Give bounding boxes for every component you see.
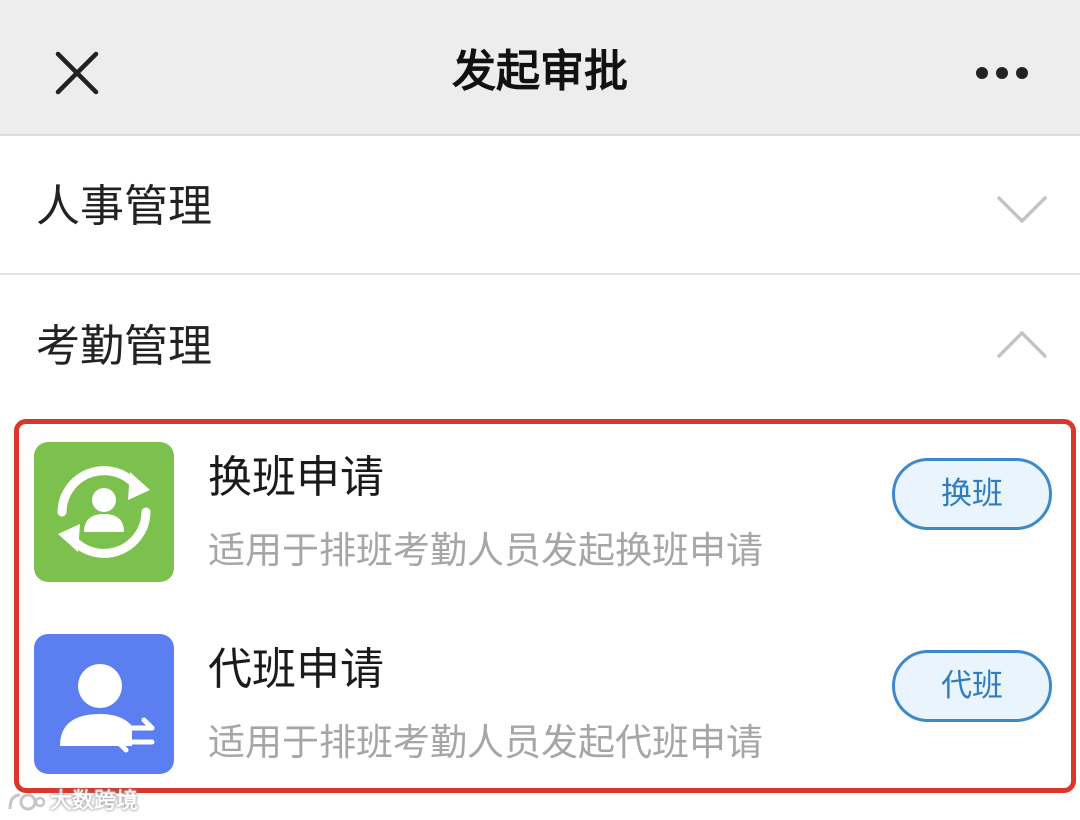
approval-page: 发起审批 人事管理 考勤管理 换班申请 适用于排班考勤人员发起换班申请 换班 代… [0,0,1080,820]
watermark: 大数跨境 [6,784,138,820]
more-dots-icon[interactable] [974,60,1030,86]
highlight-frame [14,419,1076,793]
section-hr-management[interactable]: 人事管理 [0,137,1080,275]
chevron-down-icon[interactable] [996,195,1048,225]
section-attendance-management[interactable]: 考勤管理 [0,277,1080,417]
section-title: 考勤管理 [36,321,212,372]
watermark-logo-icon [8,793,46,811]
top-navbar: 发起审批 [0,0,1080,136]
page-title: 发起审批 [452,46,628,97]
watermark-text: 大数跨境 [50,789,139,814]
section-title: 人事管理 [36,181,212,232]
chevron-up-icon[interactable] [996,329,1048,359]
